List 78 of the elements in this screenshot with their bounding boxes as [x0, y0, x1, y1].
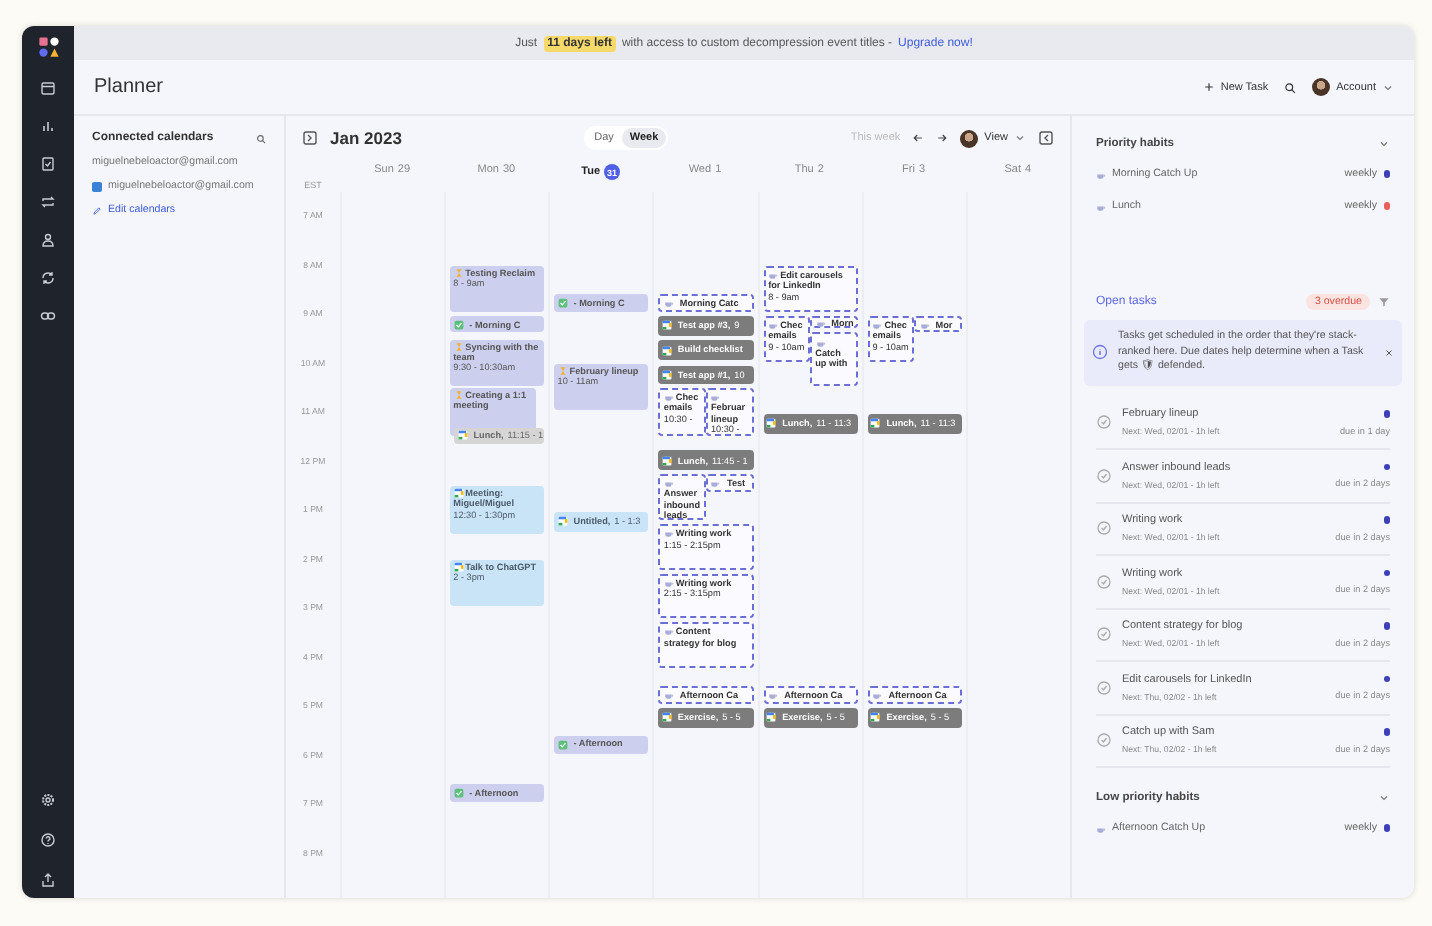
calendar-app-icon [661, 369, 672, 380]
avatar-icon [1312, 78, 1331, 96]
month-title: Jan 2023 [330, 128, 402, 148]
calendar-app-icon [766, 712, 777, 723]
cup-icon [872, 320, 883, 331]
people-icon [40, 232, 56, 248]
calendar-app-icon [661, 712, 672, 723]
calendar-app-icon [457, 430, 468, 441]
help-icon [40, 832, 56, 848]
calendar-app-icon [661, 320, 672, 331]
settings-icon [40, 792, 56, 808]
arrow-left-icon [912, 132, 925, 144]
hourglass-icon [557, 366, 568, 377]
calendar-app-icon [557, 516, 568, 527]
arrow-right-icon [936, 132, 949, 144]
app-logo-icon [37, 36, 59, 58]
cup-icon [663, 478, 674, 489]
hourglass-icon [453, 268, 464, 279]
check-circle-icon [1096, 467, 1112, 484]
hourglass-icon [453, 390, 464, 401]
cup-icon [1096, 823, 1106, 833]
check-circle-icon [1096, 414, 1112, 431]
chevron-down-icon [1378, 792, 1390, 804]
check-circle-icon [1096, 679, 1112, 696]
pencil-icon [92, 205, 102, 215]
cup-icon [815, 337, 826, 347]
check-circle-icon [1096, 626, 1112, 643]
search-icon [256, 133, 266, 143]
cup-icon [663, 577, 674, 588]
cup-icon [663, 528, 674, 539]
close-icon [1384, 347, 1394, 358]
calendar-app-icon [661, 345, 672, 356]
plus-icon [1204, 82, 1215, 92]
cup-icon [768, 270, 779, 281]
cup-icon [663, 690, 674, 701]
sidebar-toggle-icon [302, 130, 318, 146]
calendar-app-icon [870, 418, 881, 429]
checkbox-icon [557, 298, 568, 309]
hourglass-icon [453, 341, 464, 352]
cup-icon [919, 319, 930, 330]
avatar-icon [960, 129, 979, 147]
cup-icon [768, 690, 779, 701]
cup-icon [1096, 201, 1106, 211]
calendar-icon [40, 80, 56, 96]
calendar-app-icon [766, 418, 777, 429]
chevron-down-icon [1378, 138, 1390, 150]
search-button[interactable] [1284, 81, 1297, 93]
cup-icon [815, 317, 826, 328]
sync-icon [40, 270, 56, 286]
cup-icon [768, 320, 779, 331]
cup-icon [872, 690, 883, 701]
info-icon [1092, 344, 1108, 361]
cup-icon [663, 626, 674, 637]
share-icon [40, 872, 56, 888]
cup-icon [663, 298, 674, 309]
filter-icon [1378, 296, 1390, 308]
calendar-app-icon [661, 455, 672, 466]
caret-icon [1013, 132, 1026, 144]
panel-toggle-icon [1037, 130, 1054, 146]
cup-icon [710, 477, 721, 488]
cup-icon [1096, 169, 1106, 179]
check-circle-icon [1096, 573, 1112, 590]
calendar-app-icon [870, 712, 881, 723]
checklist-icon [40, 156, 56, 172]
calendar-app-icon [453, 488, 464, 499]
check-circle-icon [1096, 520, 1112, 537]
checkbox-icon [453, 319, 464, 330]
cup-icon [710, 392, 721, 403]
page-title: Planner [94, 76, 165, 98]
checkbox-icon [453, 788, 464, 799]
repeat-icon [40, 194, 56, 210]
checkbox-icon [557, 739, 568, 750]
link-icon [40, 308, 56, 324]
search-icon [1284, 81, 1297, 93]
check-circle-icon [1096, 732, 1112, 749]
cup-icon [663, 392, 674, 403]
calendar-app-icon [453, 562, 464, 573]
caret-icon [1382, 81, 1394, 93]
